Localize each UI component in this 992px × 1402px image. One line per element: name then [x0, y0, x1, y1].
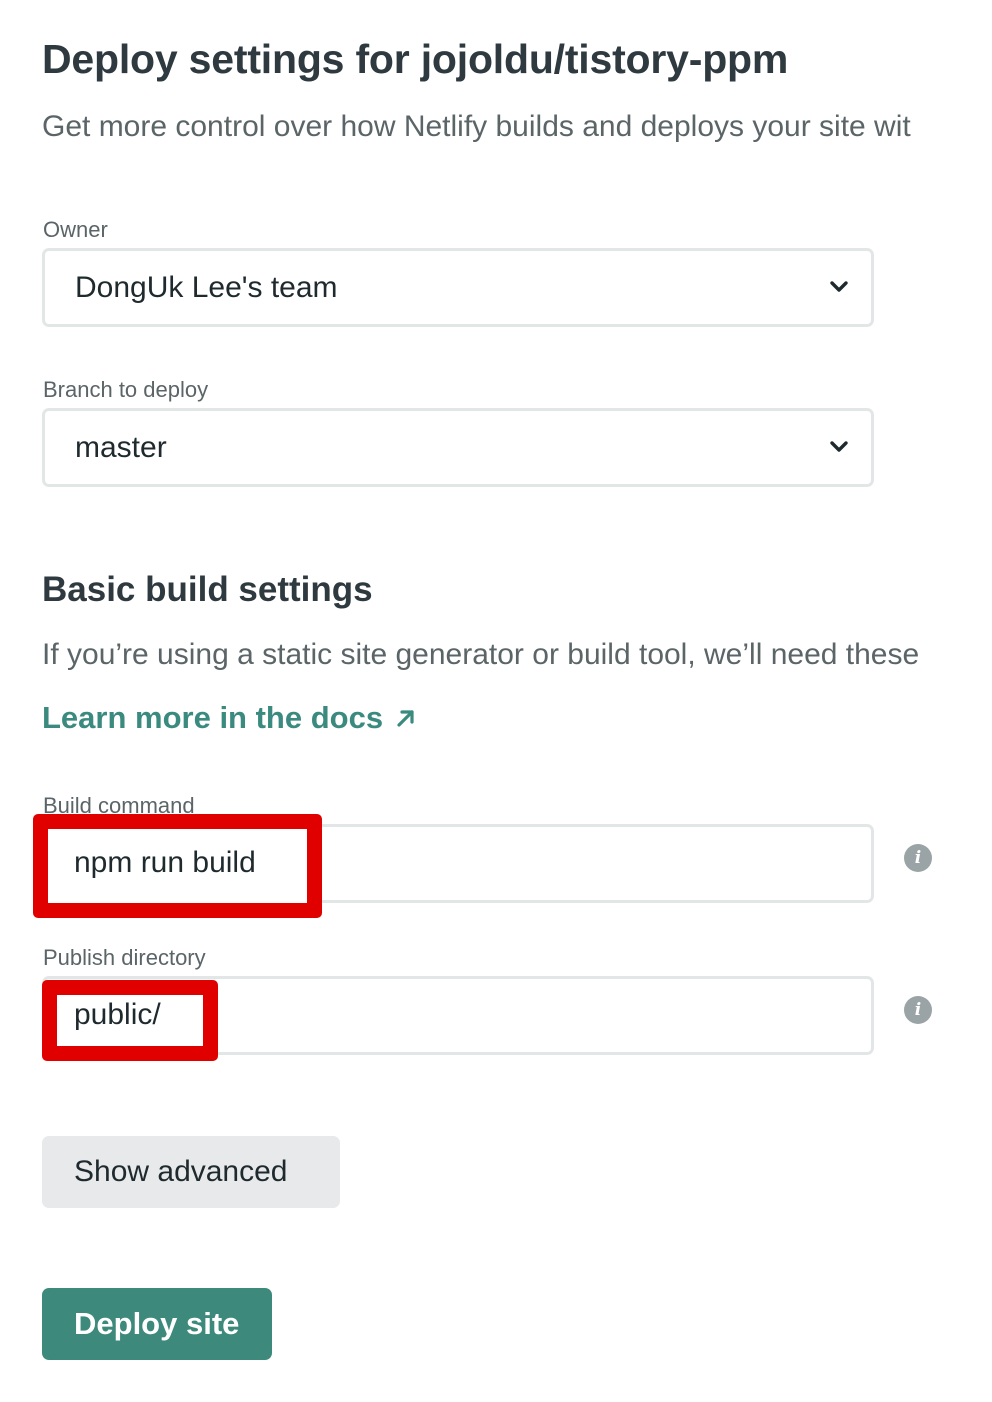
publish-directory-value: public/: [74, 998, 161, 1031]
external-link-arrow-icon: [397, 710, 414, 727]
owner-select-value: DongUk Lee's team: [75, 271, 338, 304]
info-icon[interactable]: i: [904, 844, 932, 872]
owner-select[interactable]: DongUk Lee's team: [42, 248, 874, 327]
info-icon[interactable]: i: [904, 996, 932, 1024]
branch-select-value: master: [75, 431, 167, 464]
show-advanced-button[interactable]: Show advanced: [42, 1136, 340, 1208]
page-title: Deploy settings for jojoldu/tistory-ppm: [42, 36, 789, 82]
branch-select[interactable]: master: [42, 408, 874, 487]
page-subtitle: Get more control over how Netlify builds…: [42, 110, 911, 143]
chevron-down-icon: [830, 441, 848, 452]
owner-label: Owner: [43, 217, 108, 242]
docs-link-label: Learn more in the docs: [42, 700, 384, 735]
section-description: If you’re using a static site generator …: [42, 638, 920, 671]
deploy-site-button[interactable]: Deploy site: [42, 1288, 272, 1360]
section-title: Basic build settings: [42, 570, 373, 609]
build-command-value: npm run build: [74, 846, 256, 879]
chevron-down-icon: [830, 281, 848, 292]
publish-directory-label: Publish directory: [43, 945, 206, 970]
branch-label: Branch to deploy: [43, 377, 209, 402]
docs-link[interactable]: Learn more in the docs: [42, 700, 417, 736]
